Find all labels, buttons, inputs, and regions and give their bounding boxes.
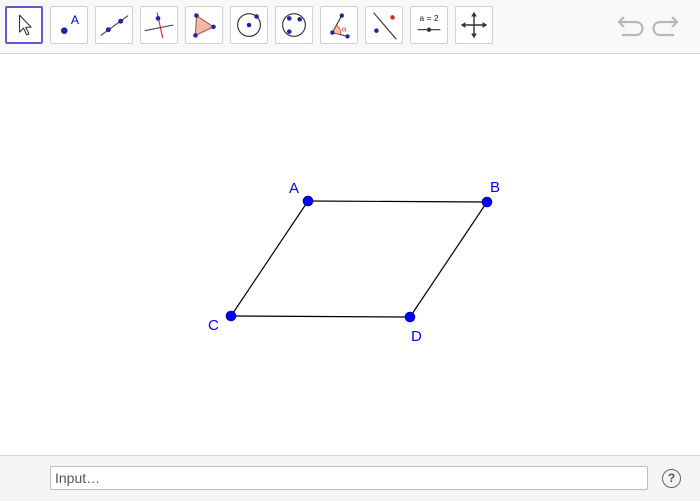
algebra-input-field[interactable] xyxy=(50,466,648,490)
graphics-view[interactable]: A B C D xyxy=(0,54,700,454)
point-d[interactable] xyxy=(404,311,416,323)
new-point-icon: A xyxy=(60,13,80,34)
circle-tool-button[interactable] xyxy=(230,6,268,44)
help-button[interactable]: ? xyxy=(662,469,681,488)
undo-icon xyxy=(617,16,644,37)
move-graphics-view-icon xyxy=(460,11,488,39)
segment-ca[interactable] xyxy=(230,200,309,317)
point-a[interactable] xyxy=(302,195,314,207)
reflect-tool-button[interactable] xyxy=(365,6,403,44)
angle-tool-button[interactable]: α xyxy=(320,6,358,44)
line-through-two-points-icon xyxy=(100,15,129,36)
slider-tool-button[interactable]: a = 2 xyxy=(410,6,448,44)
circle-through-three-points-icon xyxy=(282,13,306,37)
point-d-label: D xyxy=(411,328,422,345)
segment-bd[interactable] xyxy=(409,201,488,318)
move-tool-button[interactable] xyxy=(5,6,43,44)
input-bar: ? xyxy=(0,455,700,501)
angle-tool-label: α xyxy=(342,25,347,34)
point-b[interactable] xyxy=(481,196,493,208)
point-tool-label: A xyxy=(71,13,80,27)
point-tool-button[interactable]: A xyxy=(50,6,88,44)
reflect-about-line-icon xyxy=(373,12,397,40)
angle-icon: α xyxy=(330,13,350,39)
segment-dc[interactable] xyxy=(230,315,411,318)
circle-three-points-tool-button[interactable] xyxy=(275,6,313,44)
perpendicular-tool-button[interactable] xyxy=(140,6,178,44)
circle-center-point-icon xyxy=(237,13,261,37)
perpendicular-line-icon xyxy=(144,12,174,39)
move-view-tool-button[interactable] xyxy=(455,6,493,44)
slider-tool-label: a = 2 xyxy=(419,13,438,23)
toolbar: A α a = 2 xyxy=(0,0,700,54)
line-tool-button[interactable] xyxy=(95,6,133,44)
undo-button[interactable] xyxy=(614,12,646,40)
segment-ab[interactable] xyxy=(307,200,488,203)
point-c-label: C xyxy=(208,317,219,334)
redo-button[interactable] xyxy=(650,12,682,40)
slider-icon: a = 2 xyxy=(417,13,441,32)
help-icon: ? xyxy=(667,471,676,485)
redo-icon xyxy=(652,16,679,37)
polygon-tool-button[interactable] xyxy=(185,6,223,44)
polygon-icon xyxy=(193,13,216,38)
point-a-label: A xyxy=(289,180,299,197)
point-c[interactable] xyxy=(225,310,237,322)
point-b-label: B xyxy=(490,179,500,196)
arrow-cursor-icon xyxy=(18,14,32,36)
